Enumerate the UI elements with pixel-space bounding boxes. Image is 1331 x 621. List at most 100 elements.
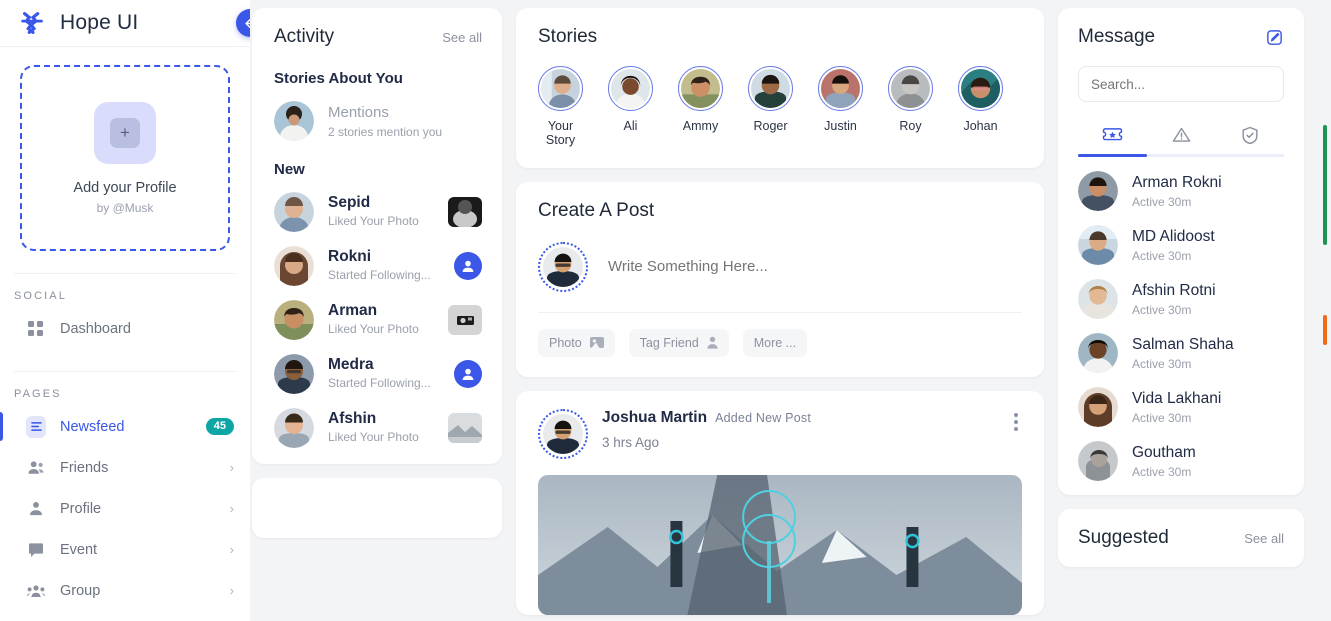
shield-check-icon — [1242, 126, 1258, 144]
activity-thumbnail[interactable] — [448, 197, 482, 227]
sidebar-item-newsfeed[interactable]: Newsfeed 45 — [0, 406, 250, 447]
list-item[interactable]: Arman Liked Your Photo — [274, 300, 482, 340]
person-icon — [26, 499, 46, 519]
list-item[interactable]: MD Alidoost Active 30m — [1078, 225, 1284, 265]
list-item[interactable]: Medra Started Following... — [274, 354, 482, 394]
activity-mentions-row[interactable]: Mentions 2 stories mention you — [274, 101, 482, 141]
avatar — [538, 408, 588, 459]
activity-sub: Liked Your Photo — [328, 322, 419, 336]
create-post-card: Create A Post Photo — [516, 181, 1044, 377]
sidebar-item-profile[interactable]: Profile › — [0, 488, 250, 529]
activity-see-all-link[interactable]: See all — [442, 30, 482, 45]
list-item[interactable]: Vida Lakhani Active 30m — [1078, 387, 1284, 427]
follow-button[interactable] — [454, 360, 482, 388]
contact-text: Goutham Active 30m — [1132, 444, 1196, 479]
contact-name: Arman Rokni — [1132, 173, 1222, 191]
message-header: Message — [1078, 26, 1284, 48]
avatar — [274, 354, 314, 394]
follow-button[interactable] — [454, 252, 482, 280]
tab-messages[interactable] — [1078, 120, 1147, 150]
kebab-menu-icon[interactable] — [1010, 409, 1022, 435]
story-ring — [888, 66, 933, 111]
activity-secondary-card — [252, 478, 502, 538]
add-profile-icon-wrap: + — [94, 101, 156, 164]
story-ring — [608, 66, 653, 111]
sidebar-item-dashboard[interactable]: Dashboard — [0, 308, 250, 349]
feed-icon — [26, 415, 46, 438]
contact-name: Salman Shaha — [1132, 335, 1234, 353]
story-ring — [678, 66, 723, 111]
contact-status: Active 30m — [1132, 248, 1192, 263]
list-item[interactable]: Sepid Liked Your Photo — [274, 192, 482, 232]
person-add-icon — [462, 368, 474, 380]
activity-sub: Liked Your Photo — [328, 430, 419, 444]
search-input[interactable] — [1091, 76, 1268, 92]
tab-alerts[interactable] — [1147, 120, 1216, 150]
story-item[interactable]: Ammy — [678, 66, 723, 148]
scroll-indicator-orange[interactable] — [1323, 315, 1327, 345]
message-search-box[interactable] — [1078, 66, 1284, 102]
activity-name: Medra — [328, 356, 374, 373]
sidebar-item-label: Profile — [60, 500, 102, 517]
avatar — [1078, 333, 1118, 373]
mentions-sub: 2 stories mention you — [328, 124, 443, 139]
avatar — [538, 241, 588, 292]
plus-icon: + — [110, 117, 140, 148]
message-tabs — [1078, 120, 1284, 150]
tag-friend-button[interactable]: Tag Friend — [628, 328, 729, 357]
create-post-input[interactable] — [608, 258, 1022, 276]
stories-title: Stories — [538, 26, 598, 47]
story-item[interactable]: Your Story — [538, 66, 583, 148]
sidebar-item-label: Dashboard — [60, 320, 131, 337]
list-item[interactable]: Goutham Active 30m — [1078, 441, 1284, 481]
stories-strip: Your Story Ali Ammy Roger Justin Roy Joh… — [538, 66, 1022, 148]
activity-thumbnail[interactable] — [448, 305, 482, 335]
sidebar-collapse-button[interactable] — [236, 9, 250, 37]
tab-security[interactable] — [1215, 120, 1284, 150]
avatar — [274, 192, 314, 232]
sidebar-item-label: Newsfeed — [60, 418, 125, 435]
contact-text: Arman Rokni Active 30m — [1132, 174, 1222, 209]
contact-status: Active 30m — [1132, 302, 1192, 317]
brand-title: Hope UI — [60, 11, 139, 34]
compose-message-button[interactable] — [1265, 28, 1284, 47]
suggested-title: Suggested — [1078, 527, 1169, 548]
story-item[interactable]: Roger — [748, 66, 793, 148]
contact-text: Afshin Rotni Active 30m — [1132, 282, 1216, 317]
photo-icon — [589, 337, 604, 349]
sidebar-item-event[interactable]: Event › — [0, 529, 250, 570]
contact-text: Salman Shaha Active 30m — [1132, 336, 1234, 371]
add-photo-button[interactable]: Photo — [538, 328, 615, 357]
add-profile-subtitle: by @Musk — [96, 200, 154, 215]
tabs-underline — [1078, 154, 1284, 157]
story-item[interactable]: Roy — [888, 66, 933, 148]
suggested-see-all-link[interactable]: See all — [1244, 531, 1284, 546]
suggested-card: Suggested See all — [1058, 509, 1304, 567]
activity-thumbnail[interactable] — [448, 413, 482, 443]
contact-name: Goutham — [1132, 443, 1196, 461]
suggested-header: Suggested See all — [1078, 527, 1284, 549]
list-item[interactable]: Salman Shaha Active 30m — [1078, 333, 1284, 373]
more-options-button[interactable]: More ... — [742, 328, 808, 357]
story-item[interactable]: Justin — [818, 66, 863, 148]
scroll-indicator-green[interactable] — [1323, 125, 1327, 245]
chevron-right-icon: › — [229, 460, 234, 475]
post-image[interactable] — [538, 474, 1022, 615]
list-item[interactable]: Afshin Liked Your Photo — [274, 408, 482, 448]
chip-label: Photo — [549, 335, 582, 350]
list-item[interactable]: Rokni Started Following... — [274, 246, 482, 286]
story-item[interactable]: Ali — [608, 66, 653, 148]
list-item[interactable]: Afshin Rotni Active 30m — [1078, 279, 1284, 319]
main-content: Activity See all Stories About You Menti… — [250, 0, 1331, 621]
story-ring — [958, 66, 1003, 111]
sidebar-item-group[interactable]: Group › — [0, 570, 250, 611]
add-profile-card[interactable]: + Add your Profile by @Musk — [20, 65, 230, 251]
post-header: Joshua Martin Added New Post 3 hrs Ago — [538, 408, 1022, 459]
contact-text: MD Alidoost Active 30m — [1132, 228, 1215, 263]
sidebar-item-friends[interactable]: Friends › — [0, 447, 250, 488]
post-author: Joshua Martin — [602, 408, 708, 426]
activity-sub: Started Following... — [328, 268, 431, 282]
story-item[interactable]: Johan — [958, 66, 1003, 148]
list-item[interactable]: Arman Rokni Active 30m — [1078, 171, 1284, 211]
person-icon — [707, 336, 718, 349]
